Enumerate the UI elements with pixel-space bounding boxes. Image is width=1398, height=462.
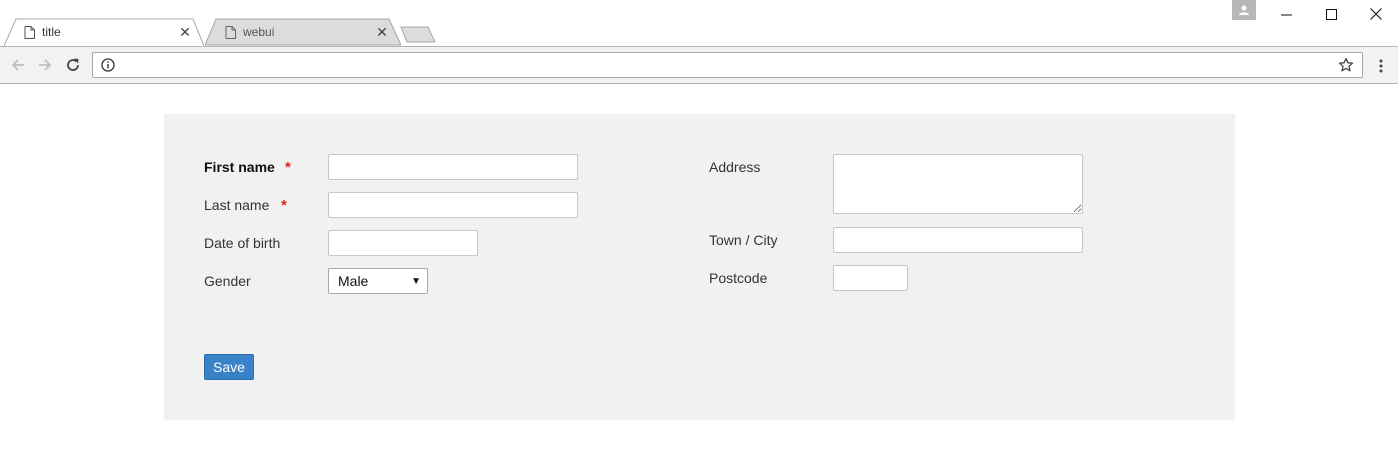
minimize-button[interactable] xyxy=(1263,0,1309,28)
back-arrow-icon xyxy=(11,59,24,71)
gender-select[interactable]: Male ▼ xyxy=(328,268,428,294)
tab-title[interactable]: title ✕ xyxy=(4,18,204,46)
date-of-birth-label: Date of birth xyxy=(204,235,281,251)
forward-arrow-icon xyxy=(39,59,52,71)
date-of-birth-field[interactable] xyxy=(328,230,478,256)
page-icon xyxy=(223,25,237,39)
profile-icon[interactable] xyxy=(1232,0,1256,20)
form-panel: First name * Last name * Date of birth G… xyxy=(164,114,1235,420)
browser-menu-button[interactable] xyxy=(1372,56,1390,76)
page-icon xyxy=(22,25,36,39)
url-input[interactable] xyxy=(123,55,1323,75)
last-name-field[interactable] xyxy=(328,192,578,218)
town-city-field[interactable] xyxy=(833,227,1083,253)
first-name-label: First name xyxy=(204,159,275,175)
star-icon[interactable] xyxy=(1338,57,1354,73)
gender-label: Gender xyxy=(204,273,251,289)
info-icon[interactable] xyxy=(101,58,115,72)
tab-label: webui xyxy=(243,25,275,39)
close-icon[interactable]: ✕ xyxy=(375,25,389,39)
first-name-required-mark: * xyxy=(285,159,291,176)
back-button[interactable] xyxy=(8,55,28,75)
forward-button[interactable] xyxy=(35,55,55,75)
gender-selected-value: Male xyxy=(338,273,369,289)
kebab-menu-icon xyxy=(1379,59,1383,73)
last-name-label: Last name xyxy=(204,197,270,213)
maximize-icon xyxy=(1325,8,1337,20)
browser-titlebar: title ✕ webui ✕ xyxy=(0,0,1398,46)
first-name-field[interactable] xyxy=(328,154,578,180)
chevron-down-icon: ▼ xyxy=(411,276,421,287)
window-close-button[interactable] xyxy=(1353,0,1398,28)
last-name-required-mark: * xyxy=(281,197,287,214)
new-tab-button[interactable] xyxy=(400,26,436,43)
postcode-field[interactable] xyxy=(833,265,908,291)
save-button[interactable]: Save xyxy=(204,354,254,380)
reload-button[interactable] xyxy=(63,55,83,75)
address-label: Address xyxy=(709,159,761,175)
maximize-button[interactable] xyxy=(1308,0,1354,28)
tab-label: title xyxy=(42,25,61,39)
minimize-icon xyxy=(1280,14,1292,15)
close-icon xyxy=(1370,8,1382,20)
close-icon[interactable]: ✕ xyxy=(178,25,192,39)
address-field[interactable] xyxy=(833,154,1083,214)
postcode-label: Postcode xyxy=(709,270,768,286)
tab-webui[interactable]: webui ✕ xyxy=(205,18,401,46)
reload-icon xyxy=(67,58,79,71)
town-city-label: Town / City xyxy=(709,232,778,248)
browser-toolbar xyxy=(0,46,1398,84)
address-bar[interactable] xyxy=(92,52,1363,78)
